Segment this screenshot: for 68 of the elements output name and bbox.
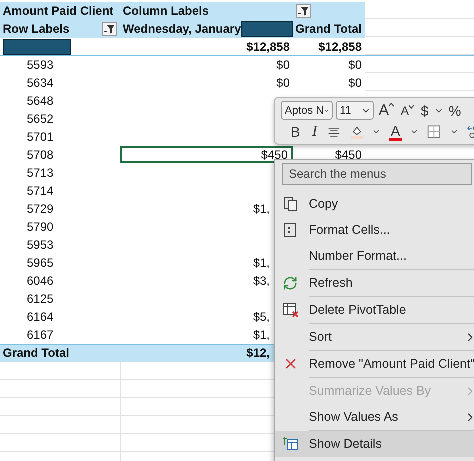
format-button[interactable]: B [289, 125, 302, 139]
row-label: 5713 [26, 166, 54, 180]
filter-icon [298, 4, 310, 16]
row-label: 5714 [26, 184, 54, 198]
details-icon [283, 436, 299, 452]
search-field[interactable]: Search the menus [282, 163, 472, 185]
row-label: 5648 [26, 94, 54, 108]
fill-color-icon [350, 124, 364, 140]
menu-item[interactable]: Sort [275, 324, 474, 350]
row-label: 5790 [26, 220, 54, 234]
table-cell: $12, [246, 346, 270, 360]
row-label: 6164 [26, 310, 54, 324]
row-labels-header: Row Labels [3, 22, 70, 36]
menu-item[interactable]: Number Format... [275, 243, 474, 269]
refresh-icon [283, 276, 298, 290]
format-cells-icon [283, 222, 299, 238]
table-cell: $1, [253, 202, 270, 216]
menu-item[interactable]: Refresh [275, 270, 474, 296]
grand-total-label: Grand Total [3, 346, 70, 360]
table-cell: $0 [348, 76, 362, 90]
row-label: 5729 [26, 202, 54, 216]
row-label: 6167 [26, 328, 54, 342]
table-cell: $450 [261, 148, 288, 162]
table-cell: $1, [253, 328, 270, 342]
caret-icon [409, 104, 414, 108]
table-cell: $3, [253, 274, 270, 288]
row-label: 5593 [26, 58, 54, 72]
font-name-dropdown[interactable]: Aptos N [281, 101, 333, 120]
value-field-label: Amount Paid Client [3, 4, 114, 18]
row-label: 5634 [26, 76, 54, 90]
format-button[interactable]: % [446, 104, 464, 118]
table-cell: $0 [276, 76, 290, 90]
delete-table-icon [283, 302, 299, 318]
menu-item[interactable]: Show Values As [275, 404, 474, 430]
row-label: 5652 [26, 112, 54, 126]
row-label: 6125 [26, 292, 54, 306]
row-label: 5708 [26, 148, 54, 162]
table-cell: $5, [253, 310, 270, 324]
caret-icon [389, 103, 394, 107]
table-cell: $0 [348, 58, 362, 72]
table-cell: $12,858 [318, 40, 362, 54]
italic-button[interactable]: I [310, 124, 320, 140]
menu-item[interactable]: Copy [275, 191, 474, 217]
menu-item[interactable]: Delete PivotTable [275, 297, 474, 323]
filter-button[interactable] [102, 22, 117, 36]
format-button[interactable]: $ [419, 104, 431, 118]
column-labels-header: Column Labels [123, 4, 210, 18]
grow-font-button[interactable]: A [377, 103, 396, 118]
menu-item[interactable]: Show Details [275, 431, 474, 457]
row-label: 6046 [26, 274, 54, 288]
filter-icon [104, 22, 116, 34]
menu-item[interactable]: Remove "Amount Paid Client" [275, 351, 474, 377]
copy-icon [283, 196, 299, 212]
filter-button[interactable] [296, 4, 311, 18]
date-column-header: Wednesday, January [123, 22, 242, 36]
row-label: 5701 [26, 130, 54, 144]
table-cell: $1, [253, 256, 270, 270]
borders-icon [427, 124, 442, 140]
menu-item[interactable]: Format Cells... [275, 217, 474, 243]
table-cell: $0 [276, 58, 290, 72]
font-size-dropdown[interactable]: 11 [336, 101, 374, 120]
table-cell: $12,858 [246, 40, 290, 54]
shrink-font-button[interactable]: A [399, 104, 416, 116]
grand-total-header: Grand Total [296, 22, 362, 36]
font-color-button[interactable]: A [389, 124, 402, 140]
table-cell: $450 [335, 148, 362, 162]
row-label: 5953 [26, 238, 54, 252]
row-label: 5965 [26, 256, 54, 270]
